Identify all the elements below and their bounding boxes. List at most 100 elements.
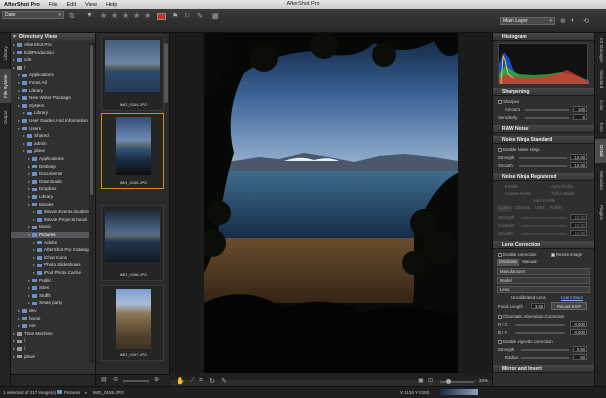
expand-arrow-icon[interactable]: ▸ xyxy=(13,50,16,56)
expand-arrow-icon[interactable]: ▸ xyxy=(18,103,21,109)
nns-strength-slider[interactable] xyxy=(519,157,567,159)
expand-arrow-icon[interactable]: ▸ xyxy=(28,156,31,162)
expand-arrow-icon[interactable]: ▸ xyxy=(33,247,36,253)
tab-color[interactable]: Color xyxy=(595,95,606,115)
expand-arrow-icon[interactable]: ▸ xyxy=(28,179,31,185)
add-layer-icon[interactable]: ⊕ xyxy=(560,17,566,25)
learn-more-link[interactable]: Learn More xyxy=(561,295,583,300)
directory-item[interactable]: ▸ iMovie Projects.locali xyxy=(11,217,89,223)
directory-item[interactable]: ▸ Library xyxy=(11,194,89,200)
straighten-tool-icon[interactable]: ⟋ xyxy=(190,377,195,385)
tab-tone[interactable]: Tone xyxy=(595,117,606,137)
checkbox[interactable] xyxy=(498,339,502,344)
tab-iis-manager[interactable]: IIS Manager xyxy=(595,37,606,63)
expand-arrow-icon[interactable]: ▸ xyxy=(28,300,31,306)
lens-enable[interactable]: Enable correction xyxy=(498,252,536,257)
directory-item[interactable]: ▸ Xmas party xyxy=(11,300,89,306)
flag-reject-icon[interactable]: ⚐ xyxy=(184,12,190,20)
expand-arrow-icon[interactable]: ▸ xyxy=(18,308,21,314)
focal-length-value[interactable]: 3.85 xyxy=(531,303,545,309)
expand-arrow-icon[interactable]: ▸ xyxy=(28,278,31,284)
date-icon[interactable]: ▦ xyxy=(212,12,219,20)
app-menu[interactable]: AfterShot Pro xyxy=(4,2,40,8)
reload-exif-button[interactable]: Reload EXIF xyxy=(551,302,587,310)
directory-item[interactable]: ▸ Downloads xyxy=(11,179,89,185)
vig-radius-value[interactable]: 50 xyxy=(573,354,587,360)
directory-item[interactable]: ▸ iMovie Events.localize xyxy=(11,209,89,215)
lens-select[interactable]: Lens xyxy=(497,286,590,293)
sensitivity-slider[interactable] xyxy=(525,117,569,119)
directory-item[interactable]: ▸ jdove xyxy=(11,354,89,360)
lens-correction-header[interactable]: Lens Correction xyxy=(493,241,595,249)
thumbnail-selected[interactable]: IMG_0155.JPG xyxy=(101,113,164,189)
star-icon-2[interactable]: ★ xyxy=(111,11,118,20)
directory-item[interactable]: ▸ Library xyxy=(11,110,89,116)
expand-arrow-icon[interactable]: ▸ xyxy=(33,255,36,261)
expand-arrow-icon[interactable]: ▸ xyxy=(23,148,26,154)
tab-metadata[interactable]: Metadata xyxy=(595,165,606,195)
star-icon-3[interactable]: ★ xyxy=(122,11,129,20)
menu-view[interactable]: View xyxy=(85,2,97,8)
thumbnail-scroll-thumb[interactable] xyxy=(164,43,168,103)
directory-item[interactable]: ▸ System xyxy=(11,103,89,109)
expand-arrow-icon[interactable]: ▸ xyxy=(28,164,31,170)
grid-view-icon[interactable]: ▤ xyxy=(101,376,107,383)
sharpen-enable[interactable]: Sharpen xyxy=(498,99,519,104)
directory-item[interactable]: ▸ Dropbox xyxy=(11,186,89,192)
directory-item[interactable]: ▸ Documents xyxy=(11,171,89,177)
checkbox-checked[interactable] xyxy=(551,252,555,257)
directory-item[interactable]: ▸ Public xyxy=(11,278,89,284)
directory-item[interactable]: ▸ Users xyxy=(11,126,89,132)
directory-item[interactable]: ▸ Shared xyxy=(11,133,89,139)
zoom-out-icon[interactable]: ⊖ xyxy=(113,376,118,383)
expand-arrow-icon[interactable]: ▸ xyxy=(23,141,26,147)
rotate-tool-icon[interactable]: ↻ xyxy=(209,377,215,385)
expand-arrow-icon[interactable]: ▸ xyxy=(18,126,21,132)
expand-arrow-icon[interactable]: ▸ xyxy=(33,262,36,268)
vig-strength-slider[interactable] xyxy=(521,349,569,351)
by-slider[interactable] xyxy=(515,332,565,334)
filter-icon[interactable]: ▼ xyxy=(86,12,93,19)
expand-arrow-icon[interactable]: ▸ xyxy=(28,202,31,208)
directory-item[interactable]: ▸ / xyxy=(11,346,89,352)
expand-arrow-icon[interactable]: ▸ xyxy=(18,72,21,78)
expand-arrow-icon[interactable]: ▸ xyxy=(13,42,16,48)
directory-item[interactable]: ▸ / xyxy=(11,338,89,344)
checkbox[interactable] xyxy=(498,99,502,104)
expand-arrow-icon[interactable]: ▸ xyxy=(23,133,26,139)
sharpening-header[interactable]: Sharpening xyxy=(493,88,595,96)
directory-item[interactable]: ▸ New Writer Package xyxy=(11,95,89,101)
expand-arrow-icon[interactable]: ▸ xyxy=(28,285,31,291)
directory-item[interactable]: ▸ net xyxy=(11,323,89,329)
directory-item[interactable]: ▸ admin xyxy=(11,141,89,147)
vignette-enable[interactable]: Enable vignette correction xyxy=(498,339,553,344)
directory-item[interactable]: ▸ Desktop xyxy=(11,164,89,170)
checkbox[interactable] xyxy=(498,252,502,257)
expand-arrow-icon[interactable]: ▸ xyxy=(18,80,21,86)
layer-select[interactable]: Main Layer ▾ xyxy=(500,17,555,25)
expand-arrow-icon[interactable]: ▸ xyxy=(28,171,31,177)
vig-strength-value[interactable]: 0.50 xyxy=(573,346,587,352)
checkbox[interactable] xyxy=(498,314,502,319)
nns-strength-value[interactable]: 10.00 xyxy=(570,154,587,160)
star-icon-4[interactable]: ★ xyxy=(133,11,140,20)
color-label-icon[interactable] xyxy=(157,13,166,20)
tab-library[interactable]: Library xyxy=(0,39,11,67)
history-icon[interactable]: ⟲ xyxy=(583,17,589,25)
zoom-slider-thumb[interactable] xyxy=(446,379,451,384)
flag-icon[interactable]: ⚑ xyxy=(172,12,178,20)
hand-tool-icon[interactable]: ✋ xyxy=(176,377,185,385)
tag-icon[interactable]: ✎ xyxy=(197,12,203,20)
layer-options-icon[interactable]: ◐ xyxy=(571,17,575,24)
menu-edit[interactable]: Edit xyxy=(67,2,76,8)
directory-item[interactable]: ▸ Photo Slideshows xyxy=(11,262,89,268)
nns-enable[interactable]: Enable Noise Ninja xyxy=(498,147,540,152)
tab-detail[interactable]: Detail xyxy=(595,139,606,163)
thumbnail[interactable]: IMG_0154.JPG xyxy=(101,35,164,111)
rc-slider[interactable] xyxy=(515,324,565,326)
expand-arrow-icon[interactable]: ▸ xyxy=(18,118,21,124)
star-icon-5[interactable]: ★ xyxy=(144,11,151,20)
tab-output[interactable]: Output xyxy=(0,105,11,129)
mirror-invert-header[interactable]: Mirror and Invert xyxy=(493,365,595,373)
lens-resize[interactable]: Resize image xyxy=(551,252,582,257)
